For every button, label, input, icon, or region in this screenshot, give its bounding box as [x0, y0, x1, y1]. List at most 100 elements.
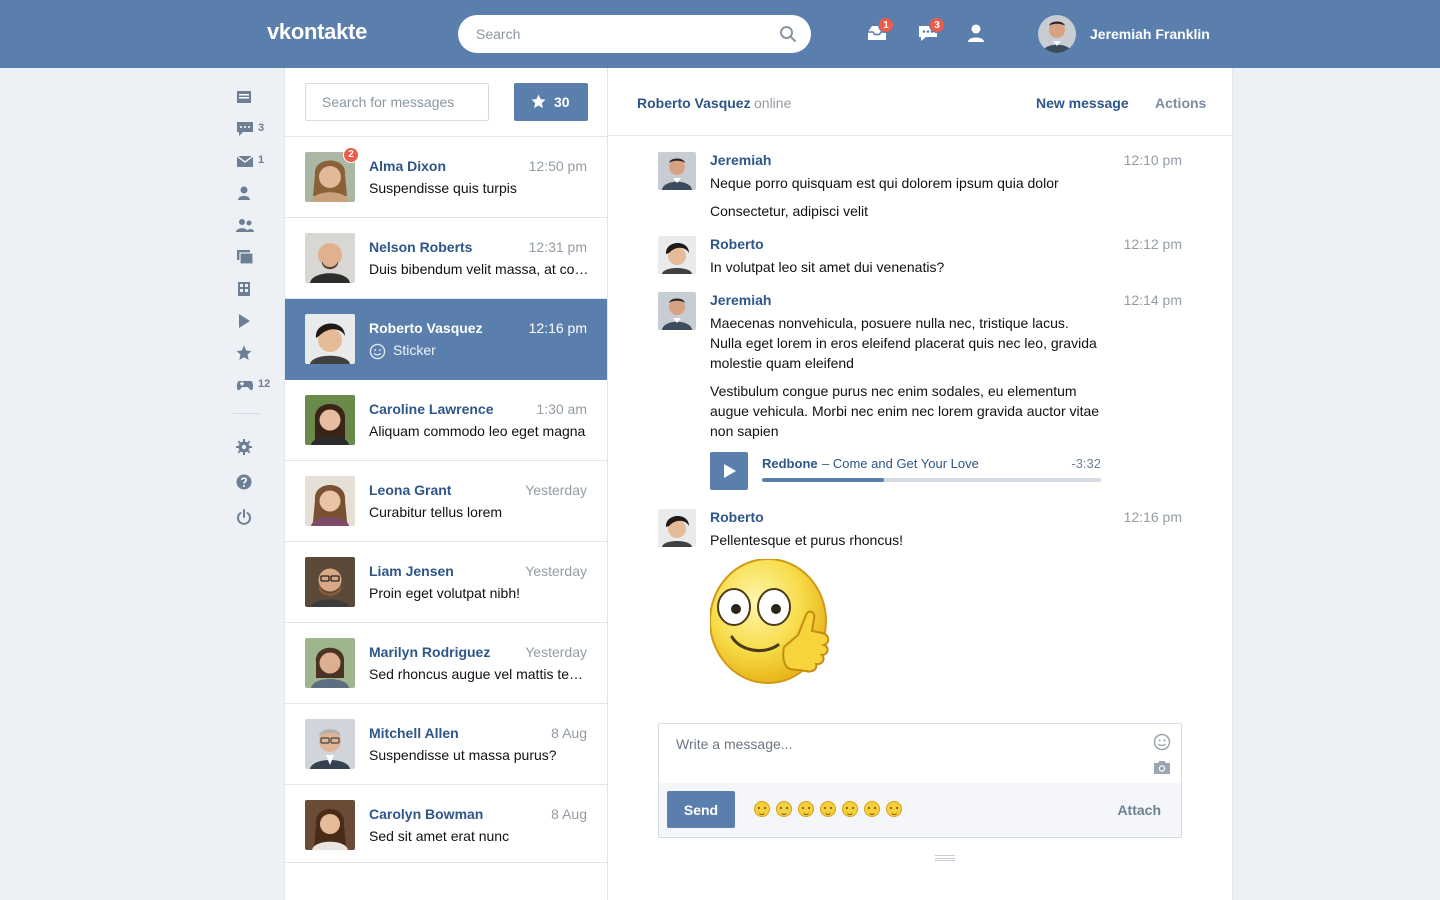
nav-logout[interactable] [236, 507, 276, 529]
emoji-picker-icon[interactable] [1153, 733, 1171, 751]
message-search[interactable] [305, 83, 489, 121]
avatar[interactable] [658, 152, 696, 190]
conversation-time: 12:50 pm [528, 158, 587, 174]
nav-favorites[interactable] [236, 343, 276, 365]
nav-games[interactable]: 12 [236, 375, 276, 397]
thumbs-up-sticker[interactable] [710, 559, 832, 689]
nav-friends[interactable] [236, 183, 276, 205]
conversation-time: 1:30 am [536, 401, 587, 417]
conversation-item[interactable]: 2 Alma Dixon 12:50 pm Suspendisse quis t… [285, 137, 607, 218]
new-message-button[interactable]: New message [1036, 95, 1129, 111]
track-progress-bar[interactable] [762, 478, 1101, 482]
chat-contact-name[interactable]: Roberto Vasquez [637, 95, 751, 111]
emoji-frowning-icon[interactable] [820, 801, 836, 817]
chat-header: Roberto Vasquez online New message Actio… [608, 68, 1232, 136]
emoji-sleeping-icon[interactable] [798, 801, 814, 817]
global-search[interactable] [458, 15, 811, 53]
messages-icon[interactable]: 3 [917, 17, 945, 46]
emoji-grimacing-icon[interactable] [842, 801, 858, 817]
conversation-name: Marilyn Rodriguez [369, 644, 491, 660]
camera-icon[interactable] [1153, 760, 1171, 775]
message-author[interactable]: Roberto [710, 236, 764, 252]
logo[interactable]: vkontakte [267, 19, 367, 45]
message-time: 12:16 pm [1123, 509, 1182, 525]
conversation-preview: Sed sit amet erat nunc [369, 828, 510, 844]
avatar[interactable] [1038, 15, 1076, 53]
track-remaining-time: -3:32 [1071, 456, 1101, 471]
emoji-smirking-icon[interactable] [864, 801, 880, 817]
audio-player: Redbone – Come and Get Your Love -3:32 [710, 452, 1101, 490]
conversation-name: Caroline Lawrence [369, 401, 494, 417]
resize-handle[interactable] [935, 855, 955, 861]
conversation-item[interactable]: Caroline Lawrence 1:30 am Aliquam commod… [285, 380, 607, 461]
sticker-icon [369, 343, 386, 360]
emoji-banana-icon[interactable] [776, 801, 792, 817]
search-icon[interactable] [779, 25, 797, 43]
composer-toolbar: Send Attach [659, 783, 1181, 837]
emoji-laughing-icon[interactable] [754, 801, 770, 817]
favorites-star-icon [236, 345, 252, 360]
avatar[interactable] [658, 292, 696, 330]
track-title[interactable]: – Come and Get Your Love [770, 456, 979, 471]
nav-video[interactable] [236, 311, 276, 333]
nav-news[interactable] [236, 87, 276, 109]
top-bar: vkontakte 1 3 Jeremiah Franklin [0, 0, 1440, 68]
conversation-time: Yesterday [525, 644, 587, 660]
conversation-time: 8 Aug [551, 806, 587, 822]
nav-groups[interactable] [236, 215, 276, 237]
message-author[interactable]: Roberto [710, 509, 764, 525]
avatar [305, 557, 355, 607]
conversation-item-active[interactable]: Roberto Vasquez 12:16 pm Sticker [285, 299, 607, 380]
message-author[interactable]: Jeremiah [710, 292, 771, 308]
avatar [305, 233, 355, 283]
conversation-preview: Curabitur tellus lorem [369, 504, 503, 520]
nav-mail[interactable]: 1 [236, 151, 276, 173]
message-time: 12:10 pm [1123, 152, 1182, 168]
message-search-input[interactable] [322, 84, 482, 120]
nav-apps[interactable] [236, 279, 276, 301]
avatar[interactable] [658, 236, 696, 274]
send-button[interactable]: Send [667, 791, 735, 828]
settings-gear-icon [236, 439, 252, 455]
starred-messages-button[interactable]: 30 [514, 83, 588, 121]
chat-status: online [754, 95, 792, 111]
avatar[interactable] [658, 509, 696, 547]
global-search-input[interactable] [476, 15, 776, 53]
nav-messages[interactable]: 3 [236, 119, 276, 141]
conversation-item[interactable]: Liam Jensen Yesterday Proin eget volutpa… [285, 542, 607, 623]
message-time: 12:12 pm [1123, 236, 1182, 252]
starred-count: 30 [554, 94, 570, 110]
actions-button[interactable]: Actions [1155, 95, 1206, 111]
message-input[interactable] [676, 736, 1146, 776]
conversation-item[interactable]: Carolyn Bowman 8 Aug Sed sit amet erat n… [285, 785, 607, 863]
conversation-name: Mitchell Allen [369, 725, 459, 741]
conversation-name: Nelson Roberts [369, 239, 473, 255]
message-time: 12:14 pm [1123, 292, 1182, 308]
conversation-item[interactable]: Mitchell Allen 8 Aug Suspendisse ut mass… [285, 704, 607, 785]
messages-icon [237, 122, 253, 136]
message-text: Consectetur, adipisci velit [710, 203, 868, 219]
message-author[interactable]: Jeremiah [710, 152, 771, 168]
nav-photos[interactable] [236, 247, 276, 269]
attach-button[interactable]: Attach [1117, 802, 1161, 818]
avatar [305, 395, 355, 445]
track-title-text: Come and Get Your Love [832, 456, 979, 471]
conversation-item[interactable]: Nelson Roberts 12:31 pm Duis bibendum ve… [285, 218, 607, 299]
conversation-time: Yesterday [525, 563, 587, 579]
avatar [305, 800, 355, 850]
person-icon[interactable] [966, 22, 990, 46]
nav-settings[interactable] [236, 437, 276, 459]
message: Jeremiah 12:14 pm Maecenas nonvehicula, … [658, 292, 1182, 496]
inbox-tray-icon[interactable]: 1 [866, 17, 894, 46]
nav-help[interactable] [236, 472, 276, 494]
friends-icon [238, 186, 250, 200]
star-icon [531, 94, 546, 109]
avatar [305, 719, 355, 769]
conversation-item[interactable]: Leona Grant Yesterday Curabitur tellus l… [285, 461, 607, 542]
play-button[interactable] [710, 452, 748, 490]
message-text: Pellentesque et purus rhoncus! [710, 532, 904, 548]
inbox-badge: 1 [878, 17, 894, 33]
conversation-item[interactable]: Marilyn Rodriguez Yesterday Sed rhoncus … [285, 623, 607, 704]
emoji-angry-icon[interactable] [886, 801, 902, 817]
user-name[interactable]: Jeremiah Franklin [1090, 26, 1210, 42]
